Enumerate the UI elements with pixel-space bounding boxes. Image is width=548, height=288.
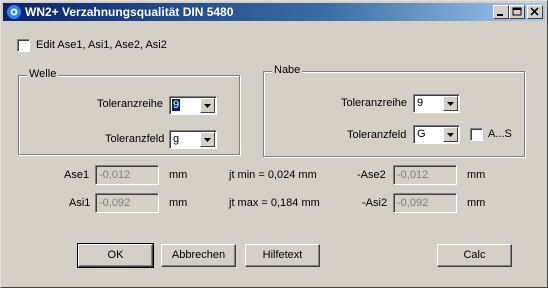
asi2-field: -0,092 [393, 193, 457, 213]
cancel-button[interactable]: Abbrechen [161, 244, 236, 267]
nabe-toleranzreihe-select[interactable]: 9 [413, 94, 460, 113]
ase1-unit: mm [169, 169, 188, 181]
dialog-window: WN2+ Verzahnungsqualität DIN 5480 Edit A… [0, 0, 548, 288]
nabe-as-label: A...S [488, 128, 512, 140]
edit-tolerances-checkbox[interactable] [17, 39, 30, 52]
nabe-group: Nabe [263, 64, 525, 157]
edit-tolerances-label: Edit Ase1, Asi1, Ase2, Asi2 [36, 39, 167, 51]
ok-button[interactable]: OK [77, 243, 154, 268]
title-bar[interactable]: WN2+ Verzahnungsqualität DIN 5480 [3, 3, 545, 21]
close-icon [530, 7, 539, 16]
asi1-label: Asi1 [69, 197, 91, 209]
help-button[interactable]: Hilfetext [245, 244, 320, 267]
ase1-label: Ase1 [64, 169, 90, 181]
nabe-toleranzreihe-dropdown-button[interactable] [443, 96, 458, 111]
asi2-value: -0,092 [397, 197, 429, 209]
app-gear-icon [7, 5, 21, 19]
welle-toleranzfeld-dropdown-button[interactable] [200, 132, 215, 147]
nabe-toleranzreihe-value: 9 [417, 97, 424, 109]
nabe-group-title: Nabe [272, 64, 303, 76]
minimize-button[interactable] [493, 5, 509, 19]
welle-group-title: Welle [27, 68, 59, 80]
minimize-icon [497, 14, 503, 16]
nabe-toleranzfeld-value: G [417, 128, 426, 140]
chevron-down-icon [447, 102, 454, 106]
welle-toleranzreihe-label: Toleranzreihe [97, 98, 164, 110]
asi1-value: -0,092 [99, 197, 131, 209]
welle-toleranzfeld-label: Toleranzfeld [105, 133, 165, 145]
jt-min-readout: jt min = 0,024 mm [229, 169, 317, 181]
welle-toleranzfeld-value: g [173, 133, 180, 145]
nabe-toleranzfeld-label: Toleranzfeld [347, 129, 407, 141]
ase2-label: -Ase2 [357, 169, 386, 181]
asi1-field: -0,092 [95, 193, 159, 213]
maximize-icon [512, 7, 522, 16]
calc-button[interactable]: Calc [437, 244, 512, 267]
asi1-unit: mm [169, 197, 188, 209]
close-button[interactable] [527, 5, 543, 19]
ase1-value: -0,012 [99, 169, 131, 181]
maximize-button[interactable] [509, 5, 525, 19]
nabe-toleranzreihe-label: Toleranzreihe [341, 97, 408, 109]
asi2-unit: mm [467, 197, 486, 209]
ase2-unit: mm [467, 169, 486, 181]
welle-toleranzfeld-select[interactable]: g [169, 130, 217, 149]
nabe-as-checkbox[interactable] [470, 128, 483, 141]
chevron-down-icon [204, 104, 211, 108]
welle-toleranzreihe-select[interactable]: 9 [169, 96, 217, 115]
welle-toleranzreihe-value: 9 [172, 99, 181, 111]
nabe-toleranzfeld-dropdown-button[interactable] [443, 127, 458, 142]
asi2-label: -Asi2 [362, 197, 388, 209]
chevron-down-icon [447, 133, 454, 137]
welle-toleranzreihe-dropdown-button[interactable] [200, 98, 215, 113]
window-title: WN2+ Verzahnungsqualität DIN 5480 [25, 5, 234, 19]
nabe-toleranzfeld-select[interactable]: G [413, 125, 460, 144]
jt-max-readout: jt max = 0,184 mm [229, 197, 320, 209]
ase1-field: -0,012 [95, 165, 159, 185]
chevron-down-icon [204, 138, 211, 142]
ase2-field: -0,012 [393, 165, 457, 185]
ase2-value: -0,012 [397, 169, 429, 181]
